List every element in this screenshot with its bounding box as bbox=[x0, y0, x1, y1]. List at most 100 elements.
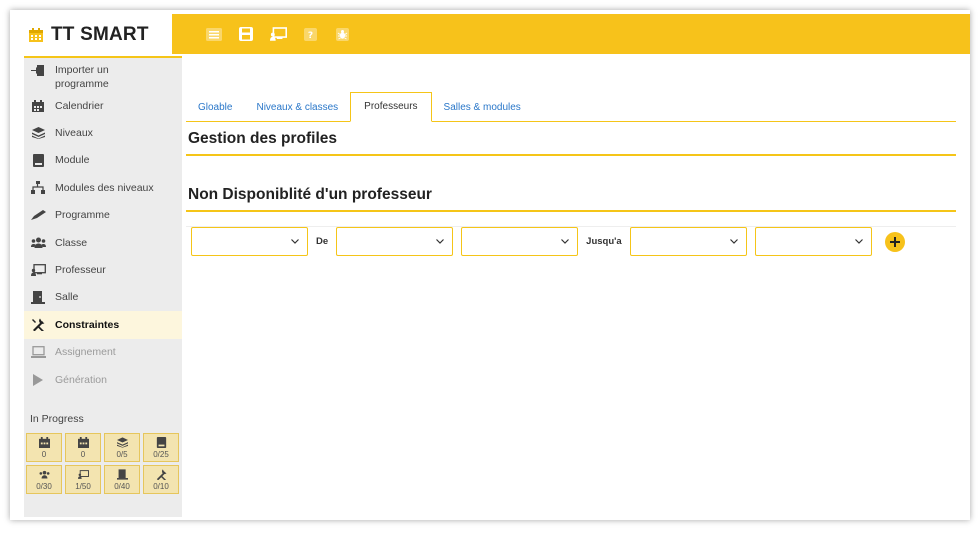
tab-gloable[interactable]: Gloable bbox=[186, 95, 244, 121]
sidebar-item-professeur[interactable]: Professeur bbox=[24, 256, 182, 283]
sidebar-item-label: Professeur bbox=[55, 264, 106, 277]
users-icon bbox=[30, 236, 46, 250]
brand: TT SMART bbox=[24, 14, 182, 58]
menu-button[interactable] bbox=[205, 25, 223, 43]
brand-name: TT SMART bbox=[51, 24, 149, 45]
progress-value: 0 bbox=[80, 449, 86, 459]
sidebar-item-niveaux[interactable]: Niveaux bbox=[24, 119, 182, 146]
sidebar-item-modules-des-niveaux[interactable]: Modules des niveaux bbox=[24, 174, 182, 201]
progress-cell: 0/30 bbox=[26, 465, 62, 495]
chevron-down-icon bbox=[854, 239, 863, 244]
add-unavailability-button[interactable] bbox=[884, 231, 905, 252]
progress-cell: 0 bbox=[65, 433, 101, 463]
sidebar-item-classe[interactable]: Classe bbox=[24, 229, 182, 256]
progress-value: 1/50 bbox=[75, 481, 91, 491]
help-icon: ? bbox=[303, 27, 317, 41]
to-label: Jusqu'a bbox=[586, 236, 622, 247]
bug-button[interactable] bbox=[333, 25, 351, 43]
chevron-down-icon bbox=[436, 239, 445, 244]
to-time-select[interactable] bbox=[754, 227, 872, 256]
sidebar-item-label: Classe bbox=[55, 236, 88, 249]
top-toolbar: ? bbox=[172, 14, 970, 54]
progress-value: 0/10 bbox=[153, 481, 169, 491]
progress-value: 0/30 bbox=[36, 481, 52, 491]
pen-icon bbox=[30, 208, 46, 222]
sidebar-item-constraintes[interactable]: Constraintes bbox=[24, 311, 182, 339]
tools-icon bbox=[30, 318, 46, 332]
progress-cell: 0/40 bbox=[104, 465, 140, 495]
layers-icon bbox=[30, 126, 46, 140]
professor-select[interactable] bbox=[191, 227, 308, 256]
progress-cell: 0/5 bbox=[104, 433, 140, 463]
sidebar-item-label: Génération bbox=[55, 373, 107, 386]
from-label: De bbox=[316, 236, 329, 247]
save-button[interactable] bbox=[237, 25, 255, 43]
unavailability-title: Non Disponiblité d'un professeur bbox=[186, 178, 956, 212]
import-icon bbox=[30, 63, 46, 77]
bug-icon bbox=[335, 27, 349, 41]
app-window: TT SMART Importer un programme Calendrie… bbox=[10, 10, 970, 520]
sidebar-item-label: Programme bbox=[55, 209, 110, 222]
progress-value: 0 bbox=[41, 449, 47, 459]
calendar-icon bbox=[29, 28, 43, 42]
play-icon bbox=[30, 373, 46, 387]
unavailability-form: De Jusqu'a bbox=[186, 226, 956, 256]
room-icon bbox=[30, 290, 46, 304]
progress-grid: 0 0 0/5 0/25 0/30 1/50 0/40 0/10 bbox=[24, 433, 182, 495]
tab-niveaux-classes[interactable]: Niveaux & classes bbox=[244, 95, 350, 121]
sidebar-item-assignement[interactable]: Assignement bbox=[24, 339, 182, 366]
sidebar-item-generation[interactable]: Génération bbox=[24, 366, 182, 393]
sidebar: TT SMART Importer un programme Calendrie… bbox=[24, 14, 182, 517]
sidebar-item-import[interactable]: Importer un programme bbox=[24, 58, 182, 92]
sidebar-item-label: Modules des niveaux bbox=[55, 181, 154, 194]
progress-cell: 0 bbox=[26, 433, 62, 463]
progress-cell: 0/25 bbox=[143, 433, 179, 463]
tab-salles-modules[interactable]: Salles & modules bbox=[432, 95, 533, 121]
sidebar-item-label: Niveaux bbox=[55, 127, 93, 140]
book-icon bbox=[156, 436, 166, 448]
help-button[interactable]: ? bbox=[301, 25, 319, 43]
teacher-button[interactable] bbox=[269, 25, 287, 43]
book-icon bbox=[30, 153, 46, 167]
menu-icon bbox=[206, 27, 222, 41]
calendar-icon bbox=[38, 436, 50, 448]
progress-cell: 0/10 bbox=[143, 465, 179, 495]
room-icon bbox=[116, 469, 128, 480]
from-time-select[interactable] bbox=[461, 227, 579, 256]
to-day-select[interactable] bbox=[629, 227, 747, 256]
chevron-down-icon bbox=[561, 239, 570, 244]
users-icon bbox=[39, 470, 49, 479]
sidebar-item-module[interactable]: Module bbox=[24, 147, 182, 174]
teacher-icon bbox=[77, 469, 89, 479]
sidebar-item-label: Calendrier bbox=[55, 99, 104, 112]
layers-icon bbox=[116, 437, 128, 448]
sidebar-item-programme[interactable]: Programme bbox=[24, 202, 182, 229]
svg-text:?: ? bbox=[307, 31, 312, 41]
teacher-icon bbox=[269, 27, 287, 41]
tab-professeurs[interactable]: Professeurs bbox=[350, 92, 432, 122]
calendar-icon bbox=[77, 436, 89, 448]
sidebar-item-label: Salle bbox=[55, 291, 79, 304]
sidebar-item-label: Module bbox=[55, 154, 90, 167]
teacher-icon bbox=[30, 263, 46, 277]
from-day-select[interactable] bbox=[336, 227, 454, 256]
progress-title: In Progress bbox=[30, 413, 84, 426]
sidebar-item-label: Assignement bbox=[55, 346, 116, 359]
plus-icon bbox=[889, 236, 900, 247]
profiles-title: Gestion des profiles bbox=[186, 122, 956, 156]
main-content: Gloable Niveaux & classes Professeurs Sa… bbox=[186, 92, 956, 256]
progress-value: 0/25 bbox=[153, 449, 169, 459]
sidebar-item-salle[interactable]: Salle bbox=[24, 284, 182, 311]
sidebar-nav: Importer un programme Calendrier Niveaux… bbox=[24, 58, 182, 393]
sitemap-icon bbox=[30, 181, 46, 195]
chevron-down-icon bbox=[291, 239, 299, 244]
chevron-down-icon bbox=[729, 239, 738, 244]
sidebar-item-label: Importer un programme bbox=[55, 64, 109, 90]
calendar-icon bbox=[30, 99, 46, 113]
laptop-icon bbox=[30, 345, 46, 359]
tools-icon bbox=[156, 469, 167, 480]
progress-value: 0/5 bbox=[116, 449, 128, 459]
progress-value: 0/40 bbox=[114, 481, 130, 491]
sidebar-item-calendrier[interactable]: Calendrier bbox=[24, 92, 182, 119]
progress-cell: 1/50 bbox=[65, 465, 101, 495]
